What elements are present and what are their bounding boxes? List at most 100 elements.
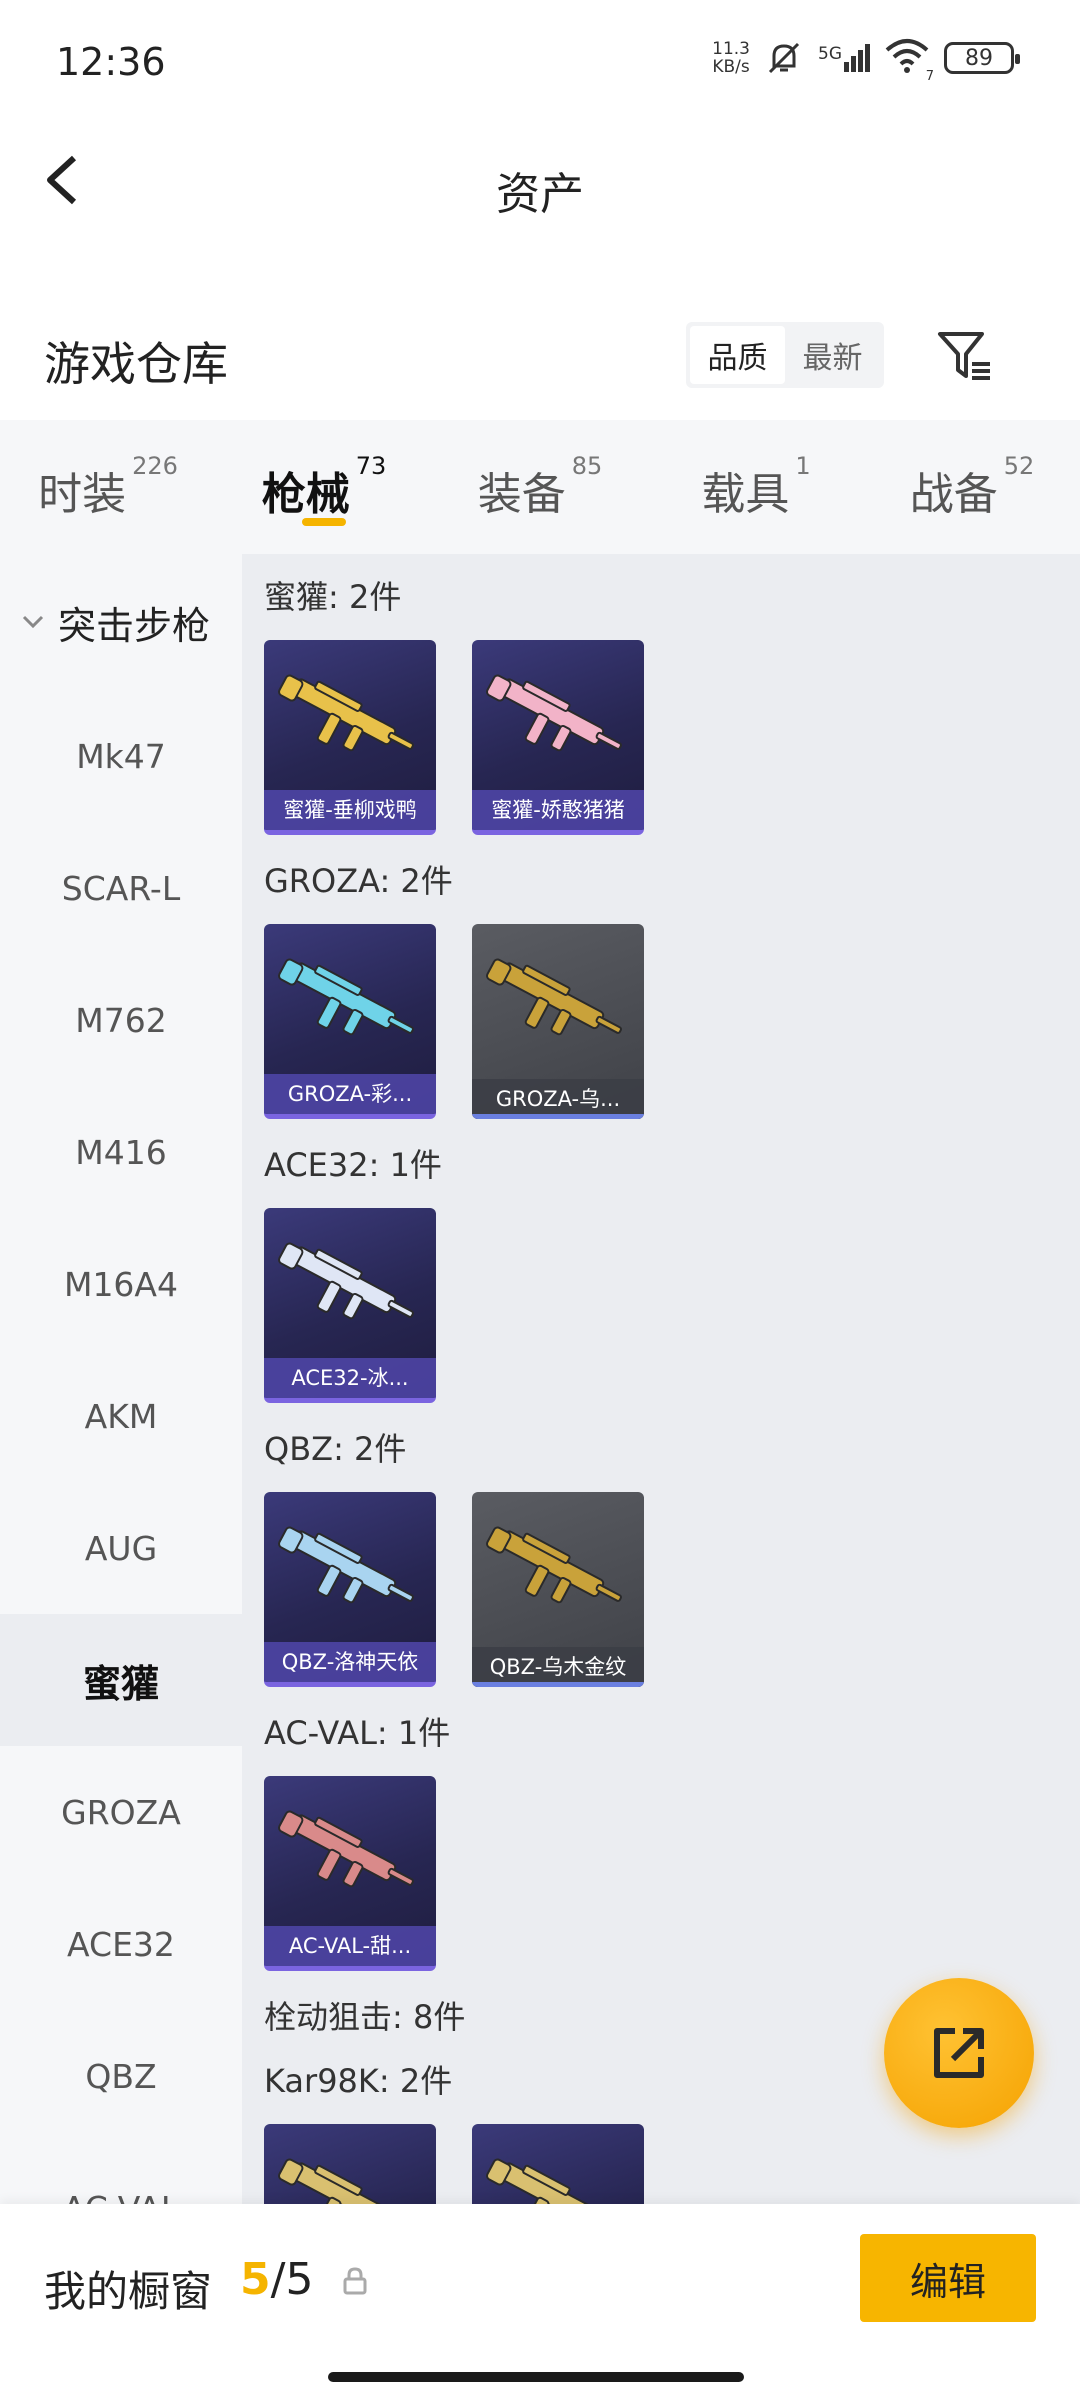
tab-label: 装备: [477, 469, 566, 520]
sidebar-item-qbz[interactable]: QBZ: [0, 2010, 242, 2142]
sidebar-item-aug[interactable]: AUG: [0, 1482, 242, 1614]
tab-vehicles[interactable]: 载具 1: [648, 420, 864, 554]
skin-card[interactable]: GROZA-彩...: [264, 924, 436, 1119]
edit-button[interactable]: 编辑: [860, 2234, 1036, 2322]
skin-card[interactable]: QBZ-乌木金纹: [472, 1492, 644, 1687]
skin-name: 蜜獾-娇憨猪猪: [472, 790, 644, 830]
skin-name: QBZ-洛神天依: [264, 1642, 436, 1682]
group-title: ACE32: 1件: [264, 1146, 442, 1184]
tab-count: 85: [571, 452, 603, 480]
sidebar-item-mk47[interactable]: Mk47: [0, 690, 242, 822]
sniper-icon: [486, 2158, 605, 2204]
mute-bell-icon: [768, 42, 800, 74]
showcase-count-separator: /: [270, 2254, 286, 2305]
wifi-icon: 7: [884, 38, 934, 84]
tab-count: 73: [355, 452, 387, 480]
status-bar: 12:36 11.3 KB/s 5G 7 89: [0, 0, 1080, 120]
sort-newest-button[interactable]: 最新: [785, 326, 880, 384]
tab-label: 枪械: [261, 469, 350, 520]
ice-rifle-icon: [278, 1242, 414, 1320]
tab-label: 战备: [909, 469, 998, 520]
skin-name: QBZ-乌木金纹: [472, 1647, 644, 1687]
skin-card[interactable]: QBZ-洛神天依: [264, 1492, 436, 1687]
group-title: AC-VAL: 1件: [264, 1714, 451, 1752]
share-button[interactable]: [884, 1978, 1034, 2128]
section-bar: 游戏仓库 品质 最新: [0, 300, 1080, 420]
sidebar-item-akm[interactable]: AKM: [0, 1350, 242, 1482]
skin-row: QBZ-洛神天依 QBZ-乌木金纹: [264, 1492, 1080, 1690]
sniper-icon: [278, 2158, 397, 2204]
showcase-count-current: 5: [240, 2254, 271, 2305]
sidebar-item-groza[interactable]: GROZA: [0, 1746, 242, 1878]
blue-rifle-icon: [278, 1526, 414, 1604]
skin-name: ACE32-冰...: [264, 1358, 436, 1398]
tab-active-indicator: [302, 518, 346, 526]
sidebar-category-assault-rifle[interactable]: 突击步枪: [0, 554, 242, 690]
tab-fashion[interactable]: 时装 226: [0, 420, 216, 554]
sidebar-category-label: 突击步枪: [58, 603, 211, 648]
weapon-sidebar: 突击步枪 Mk47 SCAR-L M762 M416 M16A4 AKM AUG…: [0, 554, 242, 2204]
app-header: 资产: [0, 120, 1080, 240]
group-title: QBZ: 2件: [264, 1430, 407, 1468]
sidebar-item-m416[interactable]: M416: [0, 1086, 242, 1218]
skin-row: AC-VAL-甜...: [264, 1776, 1080, 1974]
tab-battle-prep[interactable]: 战备 52: [864, 420, 1080, 554]
skin-name: GROZA-彩...: [264, 1074, 436, 1114]
sidebar-item-honey-badger[interactable]: 蜜獾: [0, 1614, 242, 1746]
battery-level: 89: [965, 45, 993, 71]
app-root: 12:36 11.3 KB/s 5G 7 89 资产 游戏仓库 品质 最新 时装…: [0, 0, 1080, 2400]
skin-name: GROZA-乌...: [472, 1079, 644, 1119]
tab-label: 载具: [701, 469, 790, 520]
skin-row: GROZA-彩... GROZA-乌...: [264, 924, 1080, 1122]
sidebar-item-m16a4[interactable]: M16A4: [0, 1218, 242, 1350]
home-indicator[interactable]: [328, 2372, 744, 2382]
black-gold-bullpup-icon: [486, 958, 622, 1036]
chevron-down-icon: [22, 615, 44, 629]
skin-card[interactable]: AC-VAL-甜...: [264, 1776, 436, 1971]
battery-icon: 89: [944, 42, 1020, 74]
signal-icon: 5G: [818, 44, 870, 72]
section-title: 游戏仓库: [44, 337, 228, 391]
net-speed-unit: KB/s: [712, 57, 750, 77]
pink-rifle-icon: [278, 1810, 414, 1888]
sidebar-item-ac-val[interactable]: AC-VAL: [0, 2142, 242, 2205]
skin-card[interactable]: 蜜獾-垂柳戏鸭: [264, 640, 436, 835]
pink-smg-icon: [486, 674, 622, 752]
sort-toggle: 品质 最新: [686, 322, 884, 388]
skin-card[interactable]: [264, 2124, 436, 2204]
showcase-bar: 我的橱窗 5/5 编辑: [0, 2204, 1080, 2400]
skin-row: ACE32-冰...: [264, 1208, 1080, 1406]
status-icons: 11.3 KB/s 5G 7 89: [712, 38, 1020, 84]
net-speed-value: 11.3: [712, 39, 750, 59]
showcase-count: 5/5: [240, 2254, 313, 2305]
sidebar-item-ace32[interactable]: ACE32: [0, 1878, 242, 2010]
share-external-icon: [934, 2028, 984, 2078]
skin-name: 蜜獾-垂柳戏鸭: [264, 790, 436, 830]
tab-count: 226: [132, 452, 178, 480]
group-title: GROZA: 2件: [264, 862, 453, 900]
lock-icon: [343, 2267, 367, 2295]
sidebar-item-m762[interactable]: M762: [0, 954, 242, 1086]
tab-count: 1: [795, 452, 811, 480]
tab-firearms[interactable]: 枪械 73: [216, 420, 432, 554]
skin-card[interactable]: 蜜獾-娇憨猪猪: [472, 640, 644, 835]
skin-card[interactable]: [472, 2124, 644, 2204]
wifi-level: 7: [925, 69, 934, 84]
skin-card[interactable]: ACE32-冰...: [264, 1208, 436, 1403]
gold-smg-icon: [278, 674, 414, 752]
weapon-grid: 蜜獾: 2件 蜜獾-垂柳戏鸭 蜜獾-娇憨猪猪 GROZA: 2件 GROZA-彩... G…: [242, 554, 1080, 2204]
status-time: 12:36: [56, 40, 166, 84]
net-speed: 11.3 KB/s: [712, 40, 750, 76]
skin-row: [264, 2124, 1080, 2204]
sidebar-item-scar-l[interactable]: SCAR-L: [0, 822, 242, 954]
tab-equipment[interactable]: 装备 85: [432, 420, 648, 554]
rainbow-bullpup-icon: [278, 958, 414, 1036]
tab-count: 52: [1003, 452, 1035, 480]
showcase-count-total: 5: [285, 2254, 314, 2305]
sort-quality-button[interactable]: 品质: [690, 326, 785, 384]
filter-icon[interactable]: [934, 326, 994, 386]
showcase-label: 我的橱窗: [44, 2267, 213, 2316]
group-title: 蜜獾: 2件: [264, 578, 402, 616]
page-title: 资产: [496, 169, 584, 220]
skin-card[interactable]: GROZA-乌...: [472, 924, 644, 1119]
